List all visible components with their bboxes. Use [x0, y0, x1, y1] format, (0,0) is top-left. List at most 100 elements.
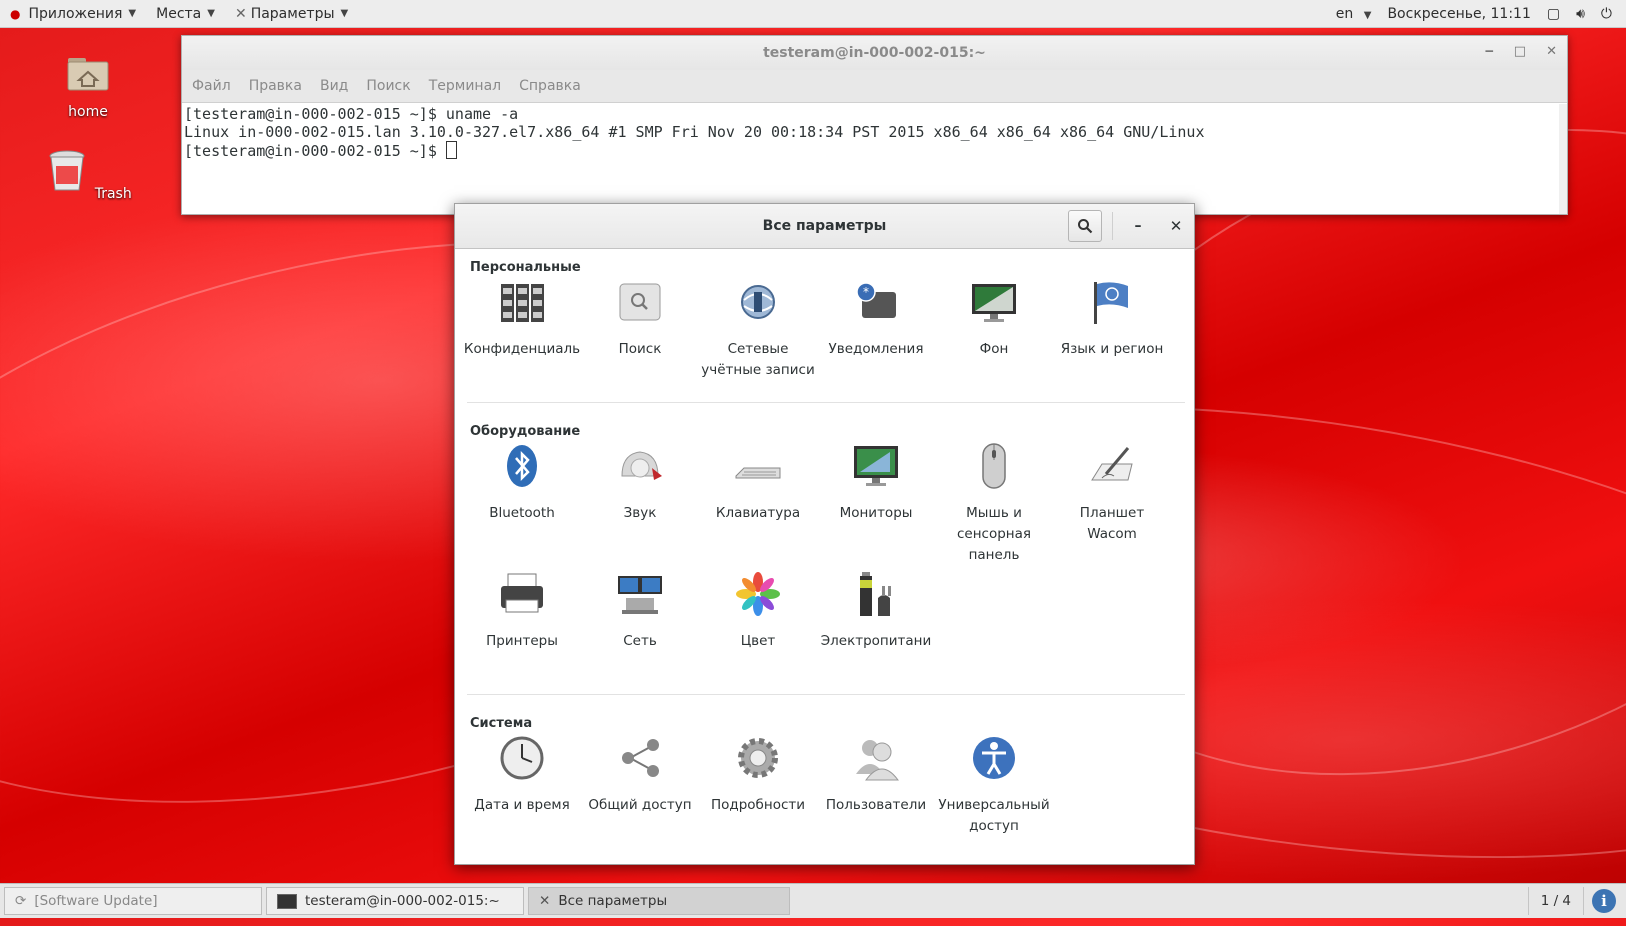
panel-region[interactable]: Язык и регион: [1053, 278, 1171, 360]
privacy-icon: [501, 284, 544, 322]
menu-search[interactable]: Поиск: [366, 78, 410, 94]
section-separator: [467, 402, 1185, 403]
chevron-down-icon: ▼: [1363, 9, 1372, 21]
wacom-tablet-icon: [1091, 447, 1133, 481]
settings-tools-icon: ✕: [234, 5, 247, 22]
input-language-menu[interactable]: en ▼: [1336, 6, 1372, 22]
section-title-system: Система: [470, 716, 533, 731]
terminal-icon: [277, 893, 297, 909]
clock-icon: [500, 736, 544, 780]
task-terminal[interactable]: testeram@in-000-002-015:~: [266, 887, 524, 915]
window-title: testeram@in-000-002-015:~: [763, 45, 986, 61]
panel-privacy[interactable]: Конфиденциаль: [463, 278, 581, 360]
panel-sharing[interactable]: Общий доступ: [581, 734, 699, 816]
panel-keyboard[interactable]: Клавиатура: [699, 442, 817, 524]
terminal-titlebar[interactable]: testeram@in-000-002-015:~ ‒ □ ✕: [182, 36, 1567, 70]
top-panel: ● Приложения ▼ Места ▼ ✕ Параметры ▼ en …: [0, 0, 1626, 28]
close-icon: ✕: [1169, 217, 1183, 235]
clock-label[interactable]: Воскресенье, 11:11: [1387, 6, 1530, 22]
online-accounts-icon: [741, 285, 775, 319]
chevron-down-icon: ▼: [207, 8, 215, 19]
desktop-icon-home[interactable]: home: [43, 50, 133, 120]
bottom-panel: ⟳ [Software Update] testeram@in-000-002-…: [0, 883, 1626, 918]
terminal-window[interactable]: testeram@in-000-002-015:~ ‒ □ ✕ Файл Пра…: [181, 35, 1568, 215]
panel-mouse[interactable]: Мышь и сенсорная панель: [935, 442, 1053, 566]
panel-online-accounts[interactable]: Сетевые учётные записи: [699, 278, 817, 381]
panel-notifications[interactable]: * Уведомления: [817, 278, 935, 360]
sound-icon: [621, 451, 662, 480]
desktop-icon-label: Trash: [94, 186, 132, 202]
close-icon[interactable]: ✕: [1546, 44, 1557, 59]
monitors-icon: [854, 446, 898, 486]
panel-datetime[interactable]: Дата и время: [463, 734, 581, 816]
app-menu-label: Параметры: [250, 5, 335, 22]
panel-color[interactable]: Цвет: [699, 570, 817, 652]
panel-background[interactable]: Фон: [935, 278, 1053, 360]
panel-label: Поиск: [618, 341, 662, 357]
places-menu[interactable]: Места ▼: [146, 0, 225, 27]
panel-search[interactable]: Поиск: [581, 278, 699, 360]
power-icon[interactable]: ⏻: [1601, 6, 1612, 22]
task-label: Все параметры: [558, 893, 668, 909]
panel-label: Мышь и сенсорная панель: [956, 505, 1032, 563]
terminal-prompt: [testeram@in-000-002-015 ~]$: [184, 142, 446, 160]
panel-label: Подробности: [710, 797, 806, 813]
panel-bluetooth[interactable]: Bluetooth: [463, 442, 581, 524]
notification-info-icon[interactable]: i: [1592, 889, 1616, 913]
task-label: [Software Update]: [34, 893, 158, 909]
volume-icon[interactable]: 🔊︎: [1576, 6, 1585, 22]
app-menu[interactable]: ✕ Параметры ▼: [225, 0, 358, 27]
panel-printers[interactable]: Принтеры: [463, 570, 581, 652]
section-title-hardware: Оборудование: [470, 424, 581, 439]
close-button[interactable]: ✕: [1163, 212, 1189, 240]
window-switch-icon[interactable]: ▢: [1547, 6, 1560, 22]
panel-wacom[interactable]: Планшет Wacom: [1053, 442, 1171, 545]
menu-edit[interactable]: Правка: [249, 78, 302, 94]
desktop-icon-trash[interactable]: Trash: [43, 148, 133, 202]
panel-label: Звук: [623, 505, 657, 521]
region-flag-icon: [1094, 282, 1128, 324]
keyboard-icon: [735, 467, 781, 479]
panel-users[interactable]: Пользователи: [817, 734, 935, 816]
notifications-icon: *: [856, 282, 896, 318]
panel-sound[interactable]: Звук: [581, 442, 699, 524]
terminal-menubar: Файл Правка Вид Поиск Терминал Справка: [182, 70, 1567, 103]
search-button[interactable]: [1068, 210, 1102, 242]
section-separator: [467, 694, 1185, 695]
panel-label: Конфиденциаль: [463, 341, 581, 357]
software-update-icon: ⟳: [15, 893, 27, 909]
settings-headerbar[interactable]: Все параметры – ✕: [455, 204, 1194, 249]
terminal-output[interactable]: [testeram@in-000-002-015 ~]$ uname -a Lin…: [182, 103, 1567, 160]
menu-terminal[interactable]: Терминал: [429, 78, 501, 94]
menu-help[interactable]: Справка: [519, 78, 581, 94]
panel-label: Клавиатура: [715, 505, 801, 521]
panel-displays[interactable]: Мониторы: [817, 442, 935, 524]
terminal-scrollbar[interactable]: [1559, 104, 1567, 214]
task-software-update[interactable]: ⟳ [Software Update]: [4, 887, 262, 915]
task-settings[interactable]: ✕ Все параметры: [528, 887, 790, 915]
panel-power[interactable]: Электропитани: [817, 570, 935, 652]
details-gear-icon: [738, 738, 778, 778]
minimize-icon[interactable]: ‒: [1485, 44, 1494, 59]
applications-label: Приложения: [28, 5, 123, 22]
panel-label: Сеть: [623, 633, 657, 649]
minimize-button[interactable]: –: [1125, 212, 1151, 240]
menu-view[interactable]: Вид: [320, 78, 348, 94]
maximize-icon[interactable]: □: [1514, 44, 1526, 59]
mouse-icon: [982, 443, 1006, 489]
panel-accessibility[interactable]: Универсальный доступ: [935, 734, 1053, 837]
task-label: testeram@in-000-002-015:~: [305, 893, 500, 909]
panel-network[interactable]: Сеть: [581, 570, 699, 652]
accessibility-icon: [973, 737, 1015, 779]
color-icon: [736, 572, 780, 616]
workspace-pager[interactable]: 1 / 4: [1527, 887, 1584, 915]
chevron-down-icon: ▼: [340, 8, 349, 19]
menu-file[interactable]: Файл: [192, 78, 231, 94]
desktop-icon-label: home: [68, 104, 108, 120]
applications-menu[interactable]: ● Приложения ▼: [0, 0, 146, 27]
language-label: en: [1335, 5, 1354, 22]
sharing-icon: [622, 739, 659, 777]
panel-label: Планшет Wacom: [1079, 505, 1145, 542]
settings-window[interactable]: Все параметры – ✕ Персональные Конфиденц…: [454, 203, 1195, 865]
panel-details[interactable]: Подробности: [699, 734, 817, 816]
